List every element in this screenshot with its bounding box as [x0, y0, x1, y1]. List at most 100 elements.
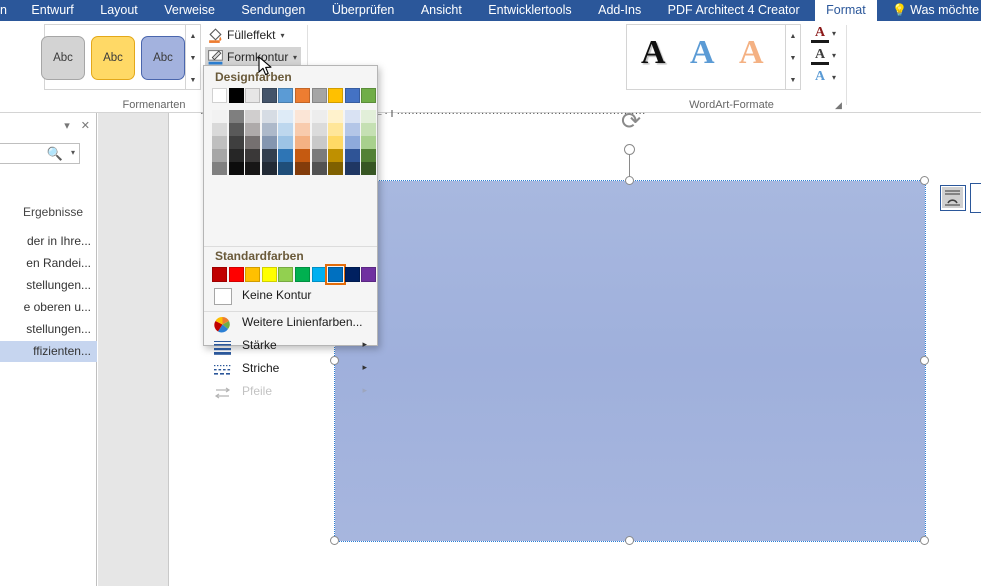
theme-color-base-4[interactable] [278, 88, 294, 103]
theme-color-variant-1-8[interactable] [344, 123, 360, 136]
tab-verweise[interactable]: Verweise [153, 0, 226, 21]
theme-color-variant-3-5[interactable] [295, 149, 310, 162]
theme-color-variant-2-5[interactable] [295, 136, 310, 149]
list-item[interactable]: stellungen... [0, 275, 97, 296]
tab-pdf-architect[interactable]: PDF Architect 4 Creator [657, 0, 811, 21]
resize-handle-middle-right[interactable] [920, 356, 929, 365]
theme-color-variant-2-8[interactable] [344, 136, 360, 149]
standard-color-6[interactable] [311, 267, 327, 282]
theme-color-variant-0-7[interactable] [328, 110, 344, 123]
theme-color-variant-0-5[interactable] [295, 110, 310, 123]
theme-color-variant-1-3[interactable] [261, 123, 277, 136]
layout-options-button[interactable] [940, 185, 966, 211]
theme-color-variant-3-9[interactable] [361, 149, 377, 162]
theme-color-variant-1-0[interactable] [212, 123, 227, 136]
theme-color-variant-3-6[interactable] [311, 149, 327, 162]
list-item[interactable]: stellungen... [0, 319, 97, 340]
shape-style-2[interactable]: Abc [91, 36, 135, 80]
resize-handle-top-center[interactable] [625, 176, 634, 185]
theme-color-variant-4-0[interactable] [212, 162, 227, 175]
tab-einfuegen[interactable]: n [0, 0, 16, 21]
theme-color-variant-4-5[interactable] [295, 162, 310, 175]
theme-color-variant-0-3[interactable] [261, 110, 277, 123]
shape-outline-dropdown-menu[interactable]: Designfarben Standardfarben Keine Kontur… [203, 65, 378, 399]
theme-color-variant-4-2[interactable] [245, 162, 261, 175]
theme-color-variant-4-6[interactable] [311, 162, 327, 175]
tab-add-ins[interactable]: Add-Ins [587, 0, 652, 21]
theme-color-variant-2-3[interactable] [261, 136, 277, 149]
theme-color-base-7[interactable] [328, 88, 344, 103]
standard-color-1[interactable] [228, 267, 244, 282]
theme-color-variant-0-0[interactable] [212, 110, 227, 123]
theme-color-variant-0-4[interactable] [278, 110, 294, 123]
theme-color-variant-3-1[interactable] [228, 149, 244, 162]
gallery-more-icon[interactable]: ▼ [186, 69, 200, 91]
rotate-handle-icon[interactable]: ⟳ [618, 109, 644, 135]
theme-color-variant-3-8[interactable] [344, 149, 360, 162]
rotate-handle[interactable] [624, 144, 635, 155]
theme-color-variant-0-9[interactable] [361, 110, 377, 123]
theme-color-base-3[interactable] [261, 88, 277, 103]
shape-fill-button[interactable]: Fülleffekt ▾ [205, 25, 288, 46]
more-line-colors-menu-item[interactable]: Weitere Linienfarben... [204, 312, 377, 336]
theme-color-variant-1-6[interactable] [311, 123, 327, 136]
theme-color-base-1[interactable] [228, 88, 244, 103]
theme-color-variant-3-0[interactable] [212, 149, 227, 162]
theme-color-variant-2-4[interactable] [278, 136, 294, 149]
tab-ansicht[interactable]: Ansicht [410, 0, 473, 21]
theme-color-variant-3-2[interactable] [245, 149, 261, 162]
tab-entwicklertools[interactable]: Entwicklertools [477, 0, 582, 21]
standard-color-3[interactable] [261, 267, 277, 282]
resize-handle-bottom-right[interactable] [920, 536, 929, 545]
theme-color-variant-0-1[interactable] [228, 110, 244, 123]
theme-color-variant-2-7[interactable] [328, 136, 344, 149]
no-outline-menu-item[interactable]: Keine Kontur [204, 284, 377, 310]
standard-color-5[interactable] [295, 267, 310, 282]
theme-color-variant-4-1[interactable] [228, 162, 244, 175]
theme-color-base-9[interactable] [361, 88, 377, 103]
standard-color-8[interactable] [344, 267, 360, 282]
theme-color-variant-4-8[interactable] [344, 162, 360, 175]
list-item[interactable]: en Randei... [0, 253, 97, 274]
weight-menu-item[interactable]: Stärke ▸ [204, 336, 377, 359]
theme-color-variant-1-1[interactable] [228, 123, 244, 136]
resize-handle-bottom-left[interactable] [330, 536, 339, 545]
theme-color-variant-3-4[interactable] [278, 149, 294, 162]
shape-styles-gallery[interactable]: Abc Abc Abc [41, 24, 186, 90]
chevron-down-icon[interactable]: ▾ [280, 25, 284, 46]
theme-color-variant-0-2[interactable] [245, 110, 261, 123]
theme-color-variant-0-6[interactable] [311, 110, 327, 123]
list-item[interactable]: e oberen u... [0, 297, 97, 318]
theme-color-base-5[interactable] [295, 88, 310, 103]
tab-format[interactable]: Format [815, 0, 877, 21]
list-item-selected[interactable]: ffizienten... [0, 341, 97, 362]
theme-color-variant-0-8[interactable] [344, 110, 360, 123]
tab-entwurf[interactable]: Entwurf [20, 0, 84, 21]
gallery-scroll-controls[interactable]: ▲ ▼ ▼ [186, 24, 201, 90]
shape-rectangle[interactable] [334, 180, 926, 542]
standard-color-2[interactable] [245, 267, 261, 282]
theme-color-variant-1-5[interactable] [295, 123, 310, 136]
standard-color-0[interactable] [212, 267, 227, 282]
tab-ueberpruefen[interactable]: Überprüfen [321, 0, 406, 21]
theme-color-variant-1-7[interactable] [328, 123, 344, 136]
search-icon[interactable]: 🔍 [47, 146, 63, 162]
theme-color-variant-2-0[interactable] [212, 136, 227, 149]
search-input[interactable]: 🔍 ▾ [0, 143, 80, 164]
gallery-scroll-down-icon[interactable]: ▼ [186, 47, 200, 69]
gallery-scroll-up-icon[interactable]: ▲ [186, 25, 200, 47]
theme-color-variant-4-9[interactable] [361, 162, 377, 175]
theme-color-variant-1-9[interactable] [361, 123, 377, 136]
tab-layout[interactable]: Layout [89, 0, 149, 21]
theme-color-base-0[interactable] [212, 88, 227, 103]
shape-style-3[interactable]: Abc [141, 36, 185, 80]
tab-sendungen[interactable]: Sendungen [230, 0, 316, 21]
standard-color-7-selected[interactable] [325, 264, 347, 285]
search-options-chevron-icon[interactable]: ▾ [71, 148, 75, 157]
theme-color-variant-4-4[interactable] [278, 162, 294, 175]
theme-color-variant-3-3[interactable] [261, 149, 277, 162]
list-item[interactable]: der in Ihre... [0, 231, 97, 252]
theme-color-variant-1-4[interactable] [278, 123, 294, 136]
tab-tell-me[interactable]: 💡 Was möchte [881, 0, 981, 21]
nav-pane-options-icon[interactable]: ▾ [64, 120, 70, 132]
